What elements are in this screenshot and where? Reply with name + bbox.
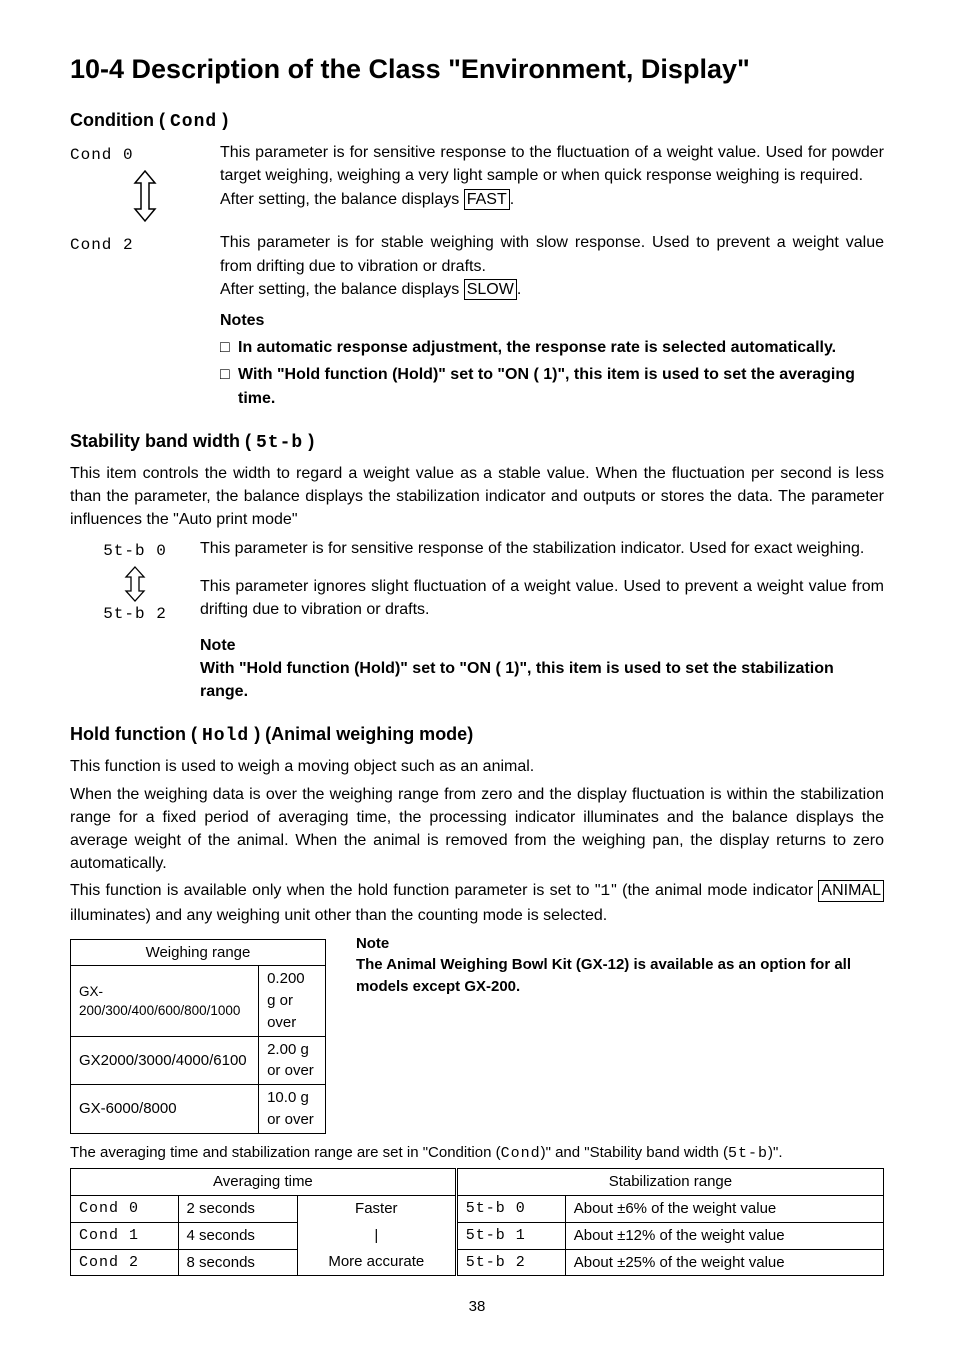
stab2-text: This parameter ignores slight fluctuatio… — [200, 575, 884, 621]
wr-value: 10.0 g or over — [259, 1085, 326, 1134]
page-title: 10-4 Description of the Class "Environme… — [70, 50, 884, 89]
avg-right-header: Stabilization range — [456, 1169, 883, 1196]
page-number: 38 — [70, 1296, 884, 1318]
cond0-row: Cond 0 This parameter is for sensitive r… — [70, 141, 884, 223]
note-body: The Animal Weighing Bowl Kit (GX-12) is … — [356, 954, 884, 998]
cond0-text-a: This parameter is for sensitive response… — [220, 144, 884, 184]
hold-p1: This function is used to weigh a moving … — [70, 755, 884, 778]
avg-c3: Faster — [297, 1196, 456, 1223]
avg-seg1: Cond — [501, 1145, 541, 1162]
updown-arrow-icon — [123, 566, 147, 602]
hold-p3-seg: 1 — [601, 882, 612, 900]
cond-notes: Notes □In automatic response adjustment,… — [220, 309, 884, 410]
cond0-label: Cond 0 — [70, 146, 134, 164]
fast-box: FAST — [464, 189, 510, 210]
table-row: Cond 1 4 seconds | 5t-b 1 About ±12% of … — [71, 1222, 884, 1249]
heading-pre: Hold function ( — [70, 724, 202, 744]
stability-heading: Stability band width ( 5t-b ) — [70, 428, 884, 456]
cond2-text-a: This parameter is for stable weighing wi… — [220, 234, 884, 274]
wr-value: 0.200 g or over — [259, 966, 326, 1036]
cond2-row: Cond 2 This parameter is for stable weig… — [70, 231, 884, 301]
note-body: With "Hold function (Hold)" set to "ON (… — [200, 657, 884, 703]
note-item: □With "Hold function (Hold)" set to "ON … — [220, 363, 884, 409]
note-item: □In automatic response adjustment, the r… — [220, 336, 884, 359]
avg-c: )". — [768, 1144, 783, 1161]
wr-model: GX-6000/8000 — [71, 1085, 259, 1134]
updown-arrow-icon — [131, 169, 159, 223]
heading-pre: Condition ( — [70, 110, 170, 130]
slow-box: SLOW — [464, 279, 517, 300]
avg-seg2: 5t-b — [728, 1145, 768, 1162]
animal-box: ANIMAL — [818, 880, 884, 901]
heading-post: ) (Animal weighing mode) — [249, 724, 473, 744]
wr-header: Weighing range — [71, 939, 326, 966]
avg-s2: About ±12% of the weight value — [565, 1222, 883, 1249]
note-text: In automatic response adjustment, the re… — [238, 336, 884, 359]
avg-sentence: The averaging time and stabilization ran… — [70, 1142, 884, 1165]
weighing-range-table: Weighing range GX-200/300/400/600/800/10… — [70, 939, 326, 1134]
wr-model: GX2000/3000/4000/6100 — [71, 1036, 259, 1085]
table-row: GX2000/3000/4000/61002.00 g or over — [71, 1036, 326, 1085]
wr-note: Note The Animal Weighing Bowl Kit (GX-12… — [356, 933, 884, 998]
avg-left-header: Averaging time — [71, 1169, 457, 1196]
stab-note: Note With "Hold function (Hold)" set to … — [200, 634, 884, 704]
heading-post: ) — [217, 110, 228, 130]
heading-seg: 5t-b — [256, 433, 303, 453]
heading-post: ) — [303, 431, 314, 451]
wr-value: 2.00 g or over — [259, 1036, 326, 1085]
avg-a: The averaging time and stabilization ran… — [70, 1144, 501, 1161]
avg-b: )" and "Stability band width ( — [541, 1144, 728, 1161]
avg-s1: 5t-b 1 — [456, 1222, 565, 1249]
avg-s1: 5t-b 2 — [456, 1249, 565, 1276]
cond0-text-b-pre: After setting, the balance displays — [220, 191, 464, 208]
table-row: Cond 2 8 seconds More accurate 5t-b 2 Ab… — [71, 1249, 884, 1276]
avg-c1: Cond 1 — [71, 1222, 179, 1249]
avg-s1: 5t-b 0 — [456, 1196, 565, 1223]
stab0-label: 5t-b 0 — [103, 542, 167, 560]
avg-c1: Cond 0 — [71, 1196, 179, 1223]
cond2-text-b-pre: After setting, the balance displays — [220, 281, 464, 298]
table-row: GX-200/300/400/600/800/10000.200 g or ov… — [71, 966, 326, 1036]
avg-s2: About ±25% of the weight value — [565, 1249, 883, 1276]
cond2-text-b-post: . — [517, 281, 521, 298]
table-row: GX-6000/800010.0 g or over — [71, 1085, 326, 1134]
stab0-text: This parameter is for sensitive response… — [200, 537, 884, 560]
note-title: Note — [200, 634, 884, 657]
wr-model: GX-200/300/400/600/800/1000 — [71, 966, 259, 1036]
heading-seg: Cond — [170, 112, 217, 132]
stab2-label: 5t-b 2 — [103, 605, 167, 623]
hold-heading: Hold function ( Hold ) (Animal weighing … — [70, 721, 884, 749]
notes-title: Notes — [220, 309, 884, 332]
avg-c2: 8 seconds — [178, 1249, 297, 1276]
avg-c3: More accurate — [297, 1249, 456, 1276]
cond0-text-b-post: . — [510, 191, 514, 208]
averaging-table: Averaging time Stabilization range Cond … — [70, 1168, 884, 1276]
hold-p3-a: This function is available only when the… — [70, 882, 601, 899]
avg-c3: | — [297, 1222, 456, 1249]
stability-intro: This item controls the width to regard a… — [70, 462, 884, 532]
avg-c1: Cond 2 — [71, 1249, 179, 1276]
note-title: Note — [356, 933, 884, 955]
note-text: With "Hold function (Hold)" set to "ON (… — [238, 363, 884, 409]
condition-heading: Condition ( Cond ) — [70, 107, 884, 135]
avg-s2: About ±6% of the weight value — [565, 1196, 883, 1223]
heading-seg: Hold — [202, 726, 249, 746]
hold-p2: When the weighing data is over the weigh… — [70, 783, 884, 876]
heading-pre: Stability band width ( — [70, 431, 256, 451]
hold-p3-c: illuminates) and any weighing unit other… — [70, 907, 607, 924]
avg-c2: 4 seconds — [178, 1222, 297, 1249]
cond2-label: Cond 2 — [70, 236, 134, 254]
stab-values: 5t-b 0 5t-b 2 This parameter is for sens… — [70, 537, 884, 625]
avg-c2: 2 seconds — [178, 1196, 297, 1223]
hold-p3-b: " (the animal mode indicator — [611, 882, 818, 899]
hold-p3: This function is available only when the… — [70, 879, 884, 926]
table-row: Cond 0 2 seconds Faster 5t-b 0 About ±6%… — [71, 1196, 884, 1223]
